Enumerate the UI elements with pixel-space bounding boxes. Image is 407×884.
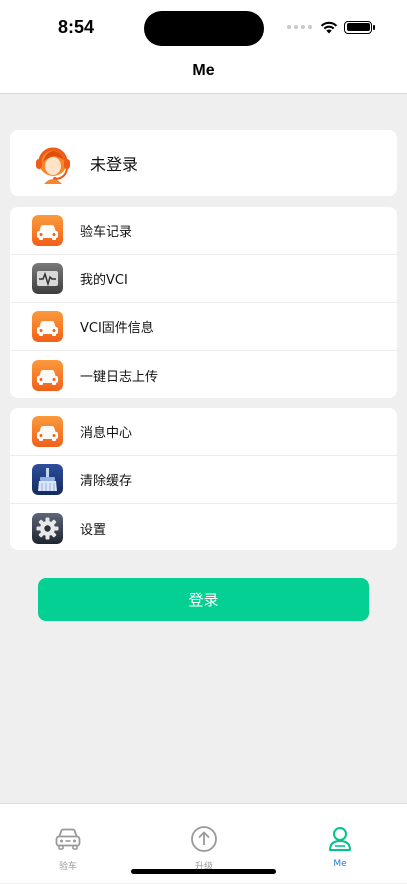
menu-item-label: 设置 <box>80 522 107 538</box>
signal-icon <box>287 25 312 29</box>
car-outline-icon <box>55 828 81 850</box>
menu-item-clear-cache[interactable]: 清除缓存 <box>10 456 397 504</box>
car-icon <box>32 215 63 246</box>
tab-label: 验车 <box>58 862 77 872</box>
menu-item-vci-firmware-info[interactable]: VCI固件信息 <box>10 303 397 351</box>
menu-group-primary: 验车记录 我的VCI VCI固件信息 一键日志上传 <box>10 207 397 398</box>
page-title: Me <box>192 62 215 79</box>
menu-item-message-center[interactable]: 消息中心 <box>10 408 397 456</box>
menu-item-label: 我的VCI <box>80 273 128 288</box>
status-bar: 8:54 <box>0 0 407 52</box>
car-icon <box>32 359 63 391</box>
menu-item-label: 验车记录 <box>80 225 133 240</box>
battery-icon <box>344 20 375 34</box>
profile-card[interactable]: 未登录 <box>10 130 397 196</box>
vci-device-icon <box>32 263 63 294</box>
menu-item-my-vci[interactable]: 我的VCI <box>10 255 397 303</box>
menu-item-inspection-records[interactable]: 验车记录 <box>10 207 397 255</box>
menu-item-settings[interactable]: 设置 <box>10 504 397 550</box>
brush-icon <box>32 464 63 495</box>
tab-me[interactable]: Me <box>272 804 407 884</box>
status-time: 8:54 <box>58 17 95 37</box>
car-icon <box>32 311 63 342</box>
user-icon <box>329 827 351 851</box>
login-button[interactable]: 登录 <box>38 578 369 621</box>
customer-service-avatar-icon <box>36 147 70 184</box>
menu-item-label: 消息中心 <box>80 426 133 441</box>
dynamic-island <box>144 11 264 46</box>
tab-inspection[interactable]: 验车 <box>0 804 136 884</box>
home-indicator <box>131 869 276 874</box>
wifi-icon <box>320 21 338 34</box>
car-icon <box>32 416 63 447</box>
upload-arrow-icon <box>191 826 217 852</box>
profile-name: 未登录 <box>90 155 139 174</box>
gear-icon <box>32 512 63 544</box>
menu-group-secondary: 消息中心 清除缓存 设置 <box>10 408 397 550</box>
menu-item-label: 清除缓存 <box>80 474 133 489</box>
menu-item-label: 一键日志上传 <box>80 369 159 385</box>
tab-label: Me <box>333 859 347 869</box>
status-icons <box>287 18 375 36</box>
navigation-bar: Me <box>0 52 407 94</box>
menu-item-log-upload[interactable]: 一键日志上传 <box>10 351 397 398</box>
menu-item-label: VCI固件信息 <box>80 321 154 336</box>
